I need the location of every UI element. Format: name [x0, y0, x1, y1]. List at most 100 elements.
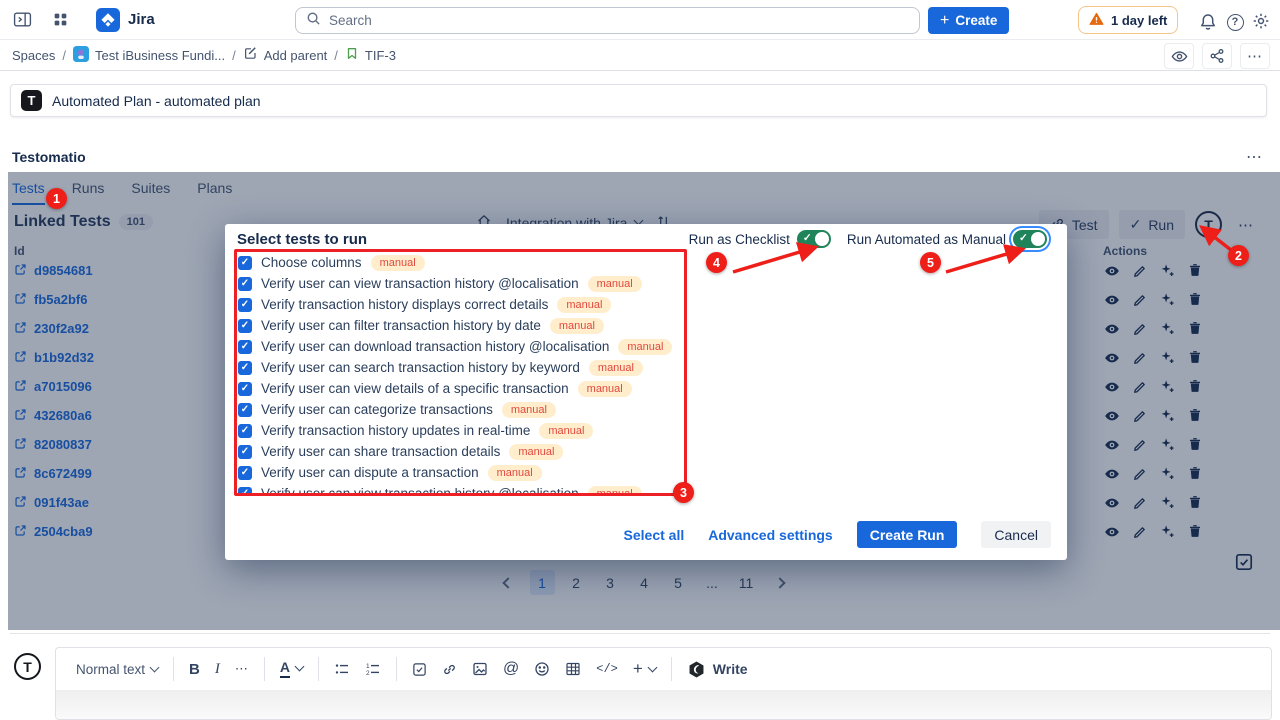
test-name[interactable]: Verify user can dispute a transaction — [261, 465, 479, 480]
widget-more-icon[interactable]: ⋯ — [1246, 147, 1263, 167]
test-checklist-row: ✓ Verify transaction history updates in … — [238, 420, 680, 441]
automated-plan-card[interactable]: T Automated Plan - automated plan — [10, 84, 1267, 117]
test-name[interactable]: Verify user can view transaction history… — [261, 486, 579, 493]
app-name: Jira — [128, 11, 155, 28]
breadcrumb-issue[interactable]: TIF-3 — [345, 46, 396, 64]
editor-toolbar: Normal text B I ⋯ A 12 — [56, 648, 1271, 691]
text-color-dropdown[interactable]: A — [280, 660, 303, 677]
manual-tag-badge: manual — [488, 465, 542, 481]
test-name[interactable]: Verify user can view details of a specif… — [261, 381, 569, 396]
share-icon[interactable] — [1202, 43, 1232, 69]
test-checkbox[interactable]: ✓ — [238, 424, 252, 438]
insert-link-icon[interactable] — [442, 662, 457, 677]
run-automated-as-manual-group: Run Automated as Manual ✓ — [847, 230, 1047, 248]
comment-editor: Normal text B I ⋯ A 12 — [55, 647, 1272, 720]
test-name[interactable]: Choose columns — [261, 255, 362, 270]
test-checklist-row: ✓ Verify user can dispute a transaction … — [238, 462, 680, 483]
svg-text:1: 1 — [366, 663, 370, 670]
trial-days-left-badge[interactable]: 1 day left — [1078, 6, 1178, 34]
manual-tag-badge: manual — [618, 339, 672, 355]
emoji-icon[interactable] — [534, 661, 550, 677]
more-actions-icon[interactable]: ⋯ — [1240, 43, 1270, 69]
settings-gear-icon[interactable] — [1247, 7, 1275, 35]
page: Jira + Create 1 day left ? Spaces / — [0, 0, 1280, 720]
bold-button[interactable]: B — [189, 661, 200, 678]
search-input[interactable] — [329, 13, 909, 28]
widget-heading: Testomatio — [12, 149, 86, 165]
bookmark-icon — [345, 46, 359, 64]
ai-write-button[interactable]: Write — [687, 660, 748, 679]
modal-toggles: Run as Checklist ✓ Run Automated as Manu… — [689, 230, 1047, 248]
insert-more-dropdown[interactable]: + — [633, 659, 656, 679]
breadcrumb-spaces[interactable]: Spaces — [12, 48, 55, 63]
create-button[interactable]: + Create — [928, 7, 1009, 34]
notifications-icon[interactable] — [1194, 8, 1222, 36]
test-name[interactable]: Verify user can search transaction histo… — [261, 360, 580, 375]
test-checklist-row: ✓ Choose columns manual — [238, 252, 680, 273]
manual-tag-badge: manual — [578, 381, 632, 397]
annotation-badge-2: 2 — [1228, 245, 1249, 266]
global-search[interactable] — [295, 7, 920, 34]
test-name[interactable]: Verify user can filter transaction histo… — [261, 318, 541, 333]
testomatio-logo-icon: T — [21, 90, 42, 111]
numbered-list-icon[interactable]: 12 — [365, 661, 381, 677]
chevron-down-icon — [295, 662, 305, 672]
test-checkbox[interactable]: ✓ — [238, 487, 252, 494]
sidebar-toggle-icon[interactable] — [8, 6, 36, 34]
task-checkbox-icon[interactable] — [412, 662, 427, 677]
test-checkbox[interactable]: ✓ — [238, 340, 252, 354]
advanced-settings-link[interactable]: Advanced settings — [708, 527, 832, 543]
editor-input-area[interactable] — [56, 691, 1271, 719]
app-switcher-icon[interactable] — [46, 6, 74, 34]
test-checkbox[interactable]: ✓ — [238, 403, 252, 417]
test-name[interactable]: Verify user can share transaction detail… — [261, 444, 500, 459]
test-checkbox[interactable]: ✓ — [238, 277, 252, 291]
watch-eye-icon[interactable] — [1164, 43, 1194, 69]
manual-tag-badge: manual — [550, 318, 604, 334]
edit-icon — [243, 46, 258, 64]
run-as-checklist-label: Run as Checklist — [689, 232, 790, 247]
toggle-knob — [1031, 232, 1045, 246]
text-style-dropdown[interactable]: Normal text — [76, 662, 158, 677]
test-checklist-row: ✓ Verify user can categorize transaction… — [238, 399, 680, 420]
test-name[interactable]: Verify user can view transaction history… — [261, 276, 579, 291]
manual-tag-badge: manual — [509, 444, 563, 460]
chevron-down-icon — [647, 662, 657, 672]
test-name[interactable]: Verify user can categorize transactions — [261, 402, 493, 417]
toggle-knob — [815, 232, 829, 246]
toolbar-divider — [671, 657, 672, 681]
toolbar-divider — [396, 657, 397, 681]
test-checkbox[interactable]: ✓ — [238, 256, 252, 270]
test-checkbox[interactable]: ✓ — [238, 466, 252, 480]
insert-table-icon[interactable] — [565, 661, 581, 677]
text-format-more-icon[interactable]: ⋯ — [235, 661, 249, 677]
test-checkbox[interactable]: ✓ — [238, 298, 252, 312]
run-automated-as-manual-label: Run Automated as Manual — [847, 232, 1006, 247]
code-block-icon[interactable]: </> — [596, 662, 618, 676]
insert-image-icon[interactable] — [472, 661, 488, 677]
test-name[interactable]: Verify transaction history updates in re… — [261, 423, 530, 438]
italic-button[interactable]: I — [215, 661, 220, 678]
help-icon[interactable]: ? — [1221, 8, 1249, 36]
breadcrumb-add-parent[interactable]: Add parent — [243, 46, 328, 64]
bullet-list-icon[interactable] — [334, 661, 350, 677]
test-checkbox[interactable]: ✓ — [238, 382, 252, 396]
mention-icon[interactable]: @ — [503, 660, 519, 678]
run-automated-as-manual-toggle[interactable]: ✓ — [1013, 230, 1047, 248]
test-checklist-row: ✓ Verify user can search transaction his… — [238, 357, 680, 378]
test-checkbox[interactable]: ✓ — [238, 445, 252, 459]
jira-logo-icon[interactable] — [96, 8, 120, 32]
test-name[interactable]: Verify transaction history displays corr… — [261, 297, 548, 312]
plus-icon: + — [940, 13, 949, 29]
test-checkbox[interactable]: ✓ — [238, 361, 252, 375]
breadcrumb-space[interactable]: Test iBusiness Fundi... — [73, 46, 225, 65]
run-as-checklist-toggle[interactable]: ✓ — [797, 230, 831, 248]
cancel-button[interactable]: Cancel — [981, 521, 1051, 548]
test-name[interactable]: Verify user can download transaction his… — [261, 339, 609, 354]
create-run-button[interactable]: Create Run — [857, 521, 958, 548]
select-tests-modal: Select tests to run Run as Checklist ✓ R… — [225, 224, 1067, 560]
annotation-badge-4: 4 — [706, 252, 727, 273]
manual-tag-badge: manual — [502, 402, 556, 418]
test-checkbox[interactable]: ✓ — [238, 319, 252, 333]
select-all-link[interactable]: Select all — [624, 527, 685, 543]
